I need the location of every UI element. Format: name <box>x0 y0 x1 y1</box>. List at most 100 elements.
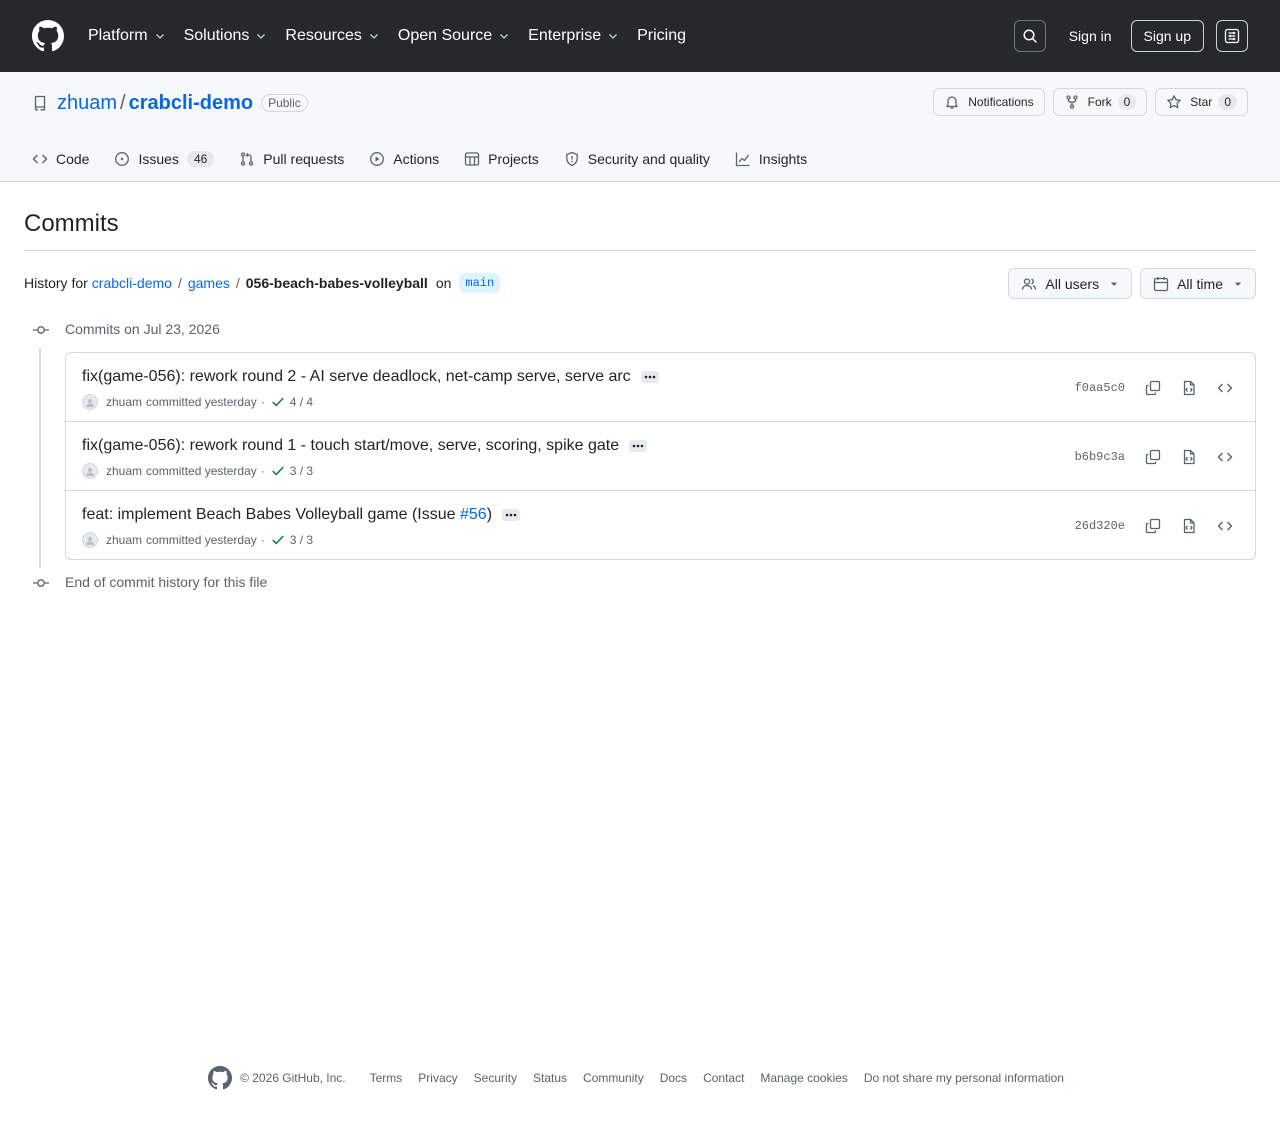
avatar[interactable] <box>82 394 98 410</box>
repo-slash: / <box>120 91 126 114</box>
tab-projects[interactable]: Projects <box>464 151 539 167</box>
games-folder-link[interactable]: games <box>188 275 230 291</box>
browse-code-button[interactable] <box>1211 376 1239 400</box>
repo-name-link[interactable]: crabcli-demo <box>129 92 253 115</box>
copy-icon <box>1145 449 1161 465</box>
copy-sha-button[interactable] <box>1139 514 1167 538</box>
code-icon <box>1217 521 1233 531</box>
repo-owner-link[interactable]: zhuam <box>57 92 117 115</box>
github-logo-icon[interactable] <box>208 1066 233 1090</box>
footer-link-docs[interactable]: Docs <box>660 1071 687 1085</box>
all-users-filter[interactable]: All users <box>1008 268 1133 299</box>
star-count: 0 <box>1218 94 1237 110</box>
code-icon <box>1217 452 1233 462</box>
footer-link-privacy[interactable]: Privacy <box>418 1071 457 1085</box>
nav-platform[interactable]: Platform <box>88 16 166 56</box>
check-icon[interactable] <box>271 533 285 547</box>
footer-link-contact[interactable]: Contact <box>703 1071 744 1085</box>
check-icon[interactable] <box>271 395 285 409</box>
play-icon <box>370 152 385 166</box>
all-time-filter[interactable]: All time <box>1140 268 1256 299</box>
star-button[interactable]: Star 0 <box>1155 88 1248 116</box>
repo-nav: Code Issues 46 Pull requests Actions Pro… <box>32 144 832 174</box>
sign-in-link[interactable]: Sign in <box>1069 28 1112 44</box>
sign-up-button[interactable]: Sign up <box>1130 20 1204 52</box>
search-button[interactable] <box>1013 20 1046 52</box>
avatar[interactable] <box>82 532 98 548</box>
checks-count[interactable]: 4 / 4 <box>290 395 313 409</box>
footer-link-do-not-share[interactable]: Do not share my personal information <box>864 1071 1064 1085</box>
expand-message-button[interactable] <box>640 371 659 383</box>
commit-meta: zhuam committed yesterday · 3 / 3 <box>82 532 313 548</box>
commit-sha-link[interactable]: b6b9c3a <box>1075 450 1125 464</box>
author-link[interactable]: zhuam <box>106 533 142 547</box>
tab-code[interactable]: Code <box>32 151 89 167</box>
tab-issues[interactable]: Issues 46 <box>114 151 215 167</box>
view-file-button[interactable] <box>1175 376 1203 400</box>
on-label: on <box>435 275 452 291</box>
view-file-button[interactable] <box>1175 514 1203 538</box>
copy-icon <box>1145 380 1161 396</box>
tab-label: Issues <box>138 151 179 167</box>
checks-count[interactable]: 3 / 3 <box>290 464 313 478</box>
nav-solutions[interactable]: Solutions <box>184 16 268 56</box>
copy-sha-button[interactable] <box>1139 376 1167 400</box>
tab-label: Pull requests <box>263 151 345 167</box>
fork-button[interactable]: Fork 0 <box>1052 88 1148 116</box>
expand-message-button[interactable] <box>502 509 521 521</box>
chevron-down-icon <box>155 34 164 39</box>
footer-link-security[interactable]: Security <box>474 1071 517 1085</box>
notifications-label: Notifications <box>968 95 1034 109</box>
copy-sha-button[interactable] <box>1139 445 1167 469</box>
footer-link-community[interactable]: Community <box>583 1071 644 1085</box>
commit-node-icon <box>33 326 49 334</box>
check-icon[interactable] <box>271 464 285 478</box>
tab-insights[interactable]: Insights <box>735 151 807 167</box>
commit-message: fix(game-056): rework round 2 - AI serve… <box>82 368 659 386</box>
repo-header: zhuam / crabcli-demo Public Notification… <box>0 72 1280 182</box>
branch-badge[interactable]: main <box>459 273 501 293</box>
nav-enterprise[interactable]: Enterprise <box>528 16 619 56</box>
view-file-button[interactable] <box>1175 445 1203 469</box>
nav-label: Resources <box>285 27 362 44</box>
commit-group-date: Commits on Jul 23, 2026 <box>65 321 220 337</box>
browse-code-button[interactable] <box>1211 445 1239 469</box>
repo-actions: Notifications Fork 0 Star 0 <box>925 88 1248 116</box>
nav-resources[interactable]: Resources <box>285 16 379 56</box>
tab-security[interactable]: Security and quality <box>564 151 710 167</box>
nav-label: Platform <box>88 27 148 44</box>
notifications-button[interactable]: Notifications <box>933 88 1045 116</box>
commit-title-suffix: ) <box>486 506 493 523</box>
author-link[interactable]: zhuam <box>106 464 142 478</box>
end-of-history: End of commit history for this file <box>65 574 268 590</box>
bell-icon <box>946 96 959 109</box>
nav-pricing[interactable]: Pricing <box>637 16 686 56</box>
chevron-down-icon <box>257 34 266 39</box>
commit-title-link[interactable]: feat: implement Beach Babes Volleyball g… <box>82 506 460 524</box>
tab-actions[interactable]: Actions <box>369 151 439 167</box>
sign-up-label: Sign up <box>1143 28 1191 44</box>
settings-menu-button[interactable] <box>1216 20 1248 52</box>
repo-icon <box>34 95 46 111</box>
ellipsis-icon <box>505 513 517 517</box>
checks-count[interactable]: 3 / 3 <box>290 533 313 547</box>
footer-link-manage-cookies[interactable]: Manage cookies <box>760 1071 847 1085</box>
commit-title-link[interactable]: fix(game-056): rework round 2 - AI serve… <box>82 368 631 386</box>
github-logo-icon[interactable] <box>32 20 64 52</box>
tab-label: Insights <box>758 151 808 167</box>
avatar[interactable] <box>82 463 98 479</box>
commit-sha-link[interactable]: 26d320e <box>1075 519 1125 533</box>
commit-title-link[interactable]: fix(game-056): rework round 1 - touch st… <box>82 437 619 455</box>
top-nav: Platform Solutions Resources Open Source… <box>88 0 704 72</box>
commit-sha-link[interactable]: f0aa5c0 <box>1075 381 1125 395</box>
all-users-label: All users <box>1045 275 1100 292</box>
expand-message-button[interactable] <box>629 440 648 452</box>
footer-link-status[interactable]: Status <box>533 1071 567 1085</box>
issue-link[interactable]: #56 <box>460 506 487 524</box>
author-link[interactable]: zhuam <box>106 395 142 409</box>
browse-code-button[interactable] <box>1211 514 1239 538</box>
nav-open-source[interactable]: Open Source <box>398 16 510 56</box>
repo-root-link[interactable]: crabcli-demo <box>92 275 172 291</box>
tab-pull-requests[interactable]: Pull requests <box>239 151 344 167</box>
footer-link-terms[interactable]: Terms <box>370 1071 403 1085</box>
